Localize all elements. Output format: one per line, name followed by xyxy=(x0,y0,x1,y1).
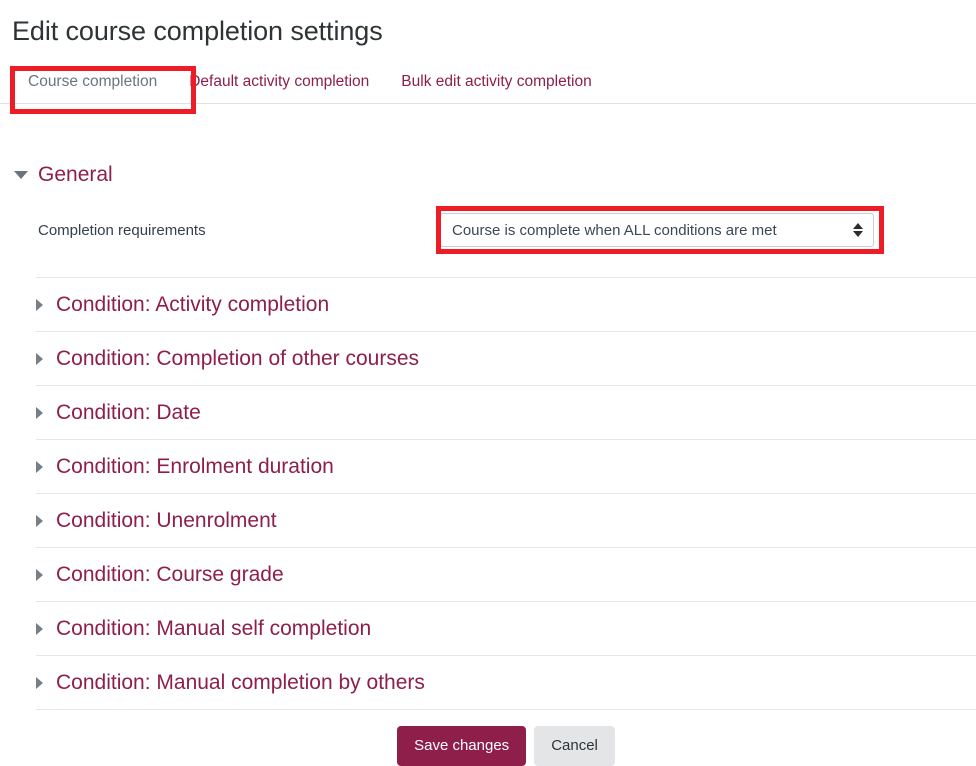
tab-course-completion-label: Course completion xyxy=(28,73,158,90)
section-general-title: General xyxy=(38,163,113,186)
section-condition-enrolment-duration[interactable]: Condition: Enrolment duration xyxy=(36,439,976,493)
caret-right-icon xyxy=(36,460,43,473)
cancel-button[interactable]: Cancel xyxy=(534,726,615,766)
section-condition-manual-completion-by-others[interactable]: Condition: Manual completion by others xyxy=(36,655,976,709)
section-condition-date-title: Condition: Date xyxy=(56,400,201,424)
section-condition-unenrolment[interactable]: Condition: Unenrolment xyxy=(36,493,976,547)
section-condition-manual-completion-by-others-title: Condition: Manual completion by others xyxy=(56,670,425,694)
updown-chevron-icon xyxy=(853,223,863,237)
tab-default-activity-completion-label: Default activity completion xyxy=(189,73,370,90)
section-condition-manual-self-completion[interactable]: Condition: Manual self completion xyxy=(36,601,976,655)
section-condition-activity-completion[interactable]: Condition: Activity completion xyxy=(36,277,976,331)
condition-sections: Condition: Activity completion Condition… xyxy=(0,277,976,710)
section-condition-manual-self-completion-title: Condition: Manual self completion xyxy=(56,616,372,640)
completion-requirements-select-value: Course is complete when ALL conditions a… xyxy=(452,221,777,239)
caret-right-icon xyxy=(36,298,43,311)
section-condition-course-grade[interactable]: Condition: Course grade xyxy=(36,547,976,601)
condition-row-inner: Condition: Manual completion by others xyxy=(14,670,425,696)
condition-row-inner: Condition: Completion of other courses xyxy=(14,346,419,372)
completion-requirements-select[interactable]: Course is complete when ALL conditions a… xyxy=(440,213,874,247)
tab-course-completion[interactable]: Course completion xyxy=(12,62,174,103)
section-condition-completion-of-other-courses-title: Condition: Completion of other courses xyxy=(56,346,420,370)
condition-row-inner: Condition: Activity completion xyxy=(14,292,329,318)
condition-row-inner: Condition: Date xyxy=(14,400,201,426)
section-condition-activity-completion-title: Condition: Activity completion xyxy=(56,292,330,316)
section-general: General Completion requirements Course i… xyxy=(0,104,976,254)
section-condition-course-grade-title: Condition: Course grade xyxy=(56,562,284,586)
caret-right-icon xyxy=(36,514,43,527)
section-condition-completion-of-other-courses[interactable]: Condition: Completion of other courses xyxy=(36,331,976,385)
condition-row-inner: Condition: Manual self completion xyxy=(14,616,371,642)
completion-requirements-row: Completion requirements Course is comple… xyxy=(0,206,976,254)
settings-form: General Completion requirements Course i… xyxy=(0,104,976,766)
caret-right-icon xyxy=(36,568,43,581)
tab-bulk-edit-activity-completion[interactable]: Bulk edit activity completion xyxy=(385,62,607,103)
caret-right-icon xyxy=(36,406,43,419)
caret-right-icon xyxy=(36,352,43,365)
caret-down-icon xyxy=(14,171,28,179)
condition-row-inner: Condition: Unenrolment xyxy=(14,508,277,534)
page-title: Edit course completion settings xyxy=(12,16,383,46)
caret-right-icon xyxy=(36,622,43,635)
caret-right-icon xyxy=(36,676,43,689)
tab-bar: Course completion Default activity compl… xyxy=(0,62,976,114)
tab-bulk-edit-activity-completion-label: Bulk edit activity completion xyxy=(401,73,592,90)
save-changes-button[interactable]: Save changes xyxy=(397,726,527,766)
section-condition-date[interactable]: Condition: Date xyxy=(36,385,976,439)
condition-row-inner: Condition: Course grade xyxy=(14,562,284,588)
tab-list: Course completion Default activity compl… xyxy=(0,62,976,103)
condition-row-inner: Condition: Enrolment duration xyxy=(14,454,334,480)
tab-default-activity-completion[interactable]: Default activity completion xyxy=(173,62,385,103)
form-actions: Save changes Cancel xyxy=(0,710,976,766)
section-condition-unenrolment-title: Condition: Unenrolment xyxy=(56,508,277,532)
section-condition-enrolment-duration-title: Condition: Enrolment duration xyxy=(56,454,334,478)
section-general-header[interactable]: General xyxy=(0,104,976,190)
completion-requirements-label: Completion requirements xyxy=(38,221,206,239)
